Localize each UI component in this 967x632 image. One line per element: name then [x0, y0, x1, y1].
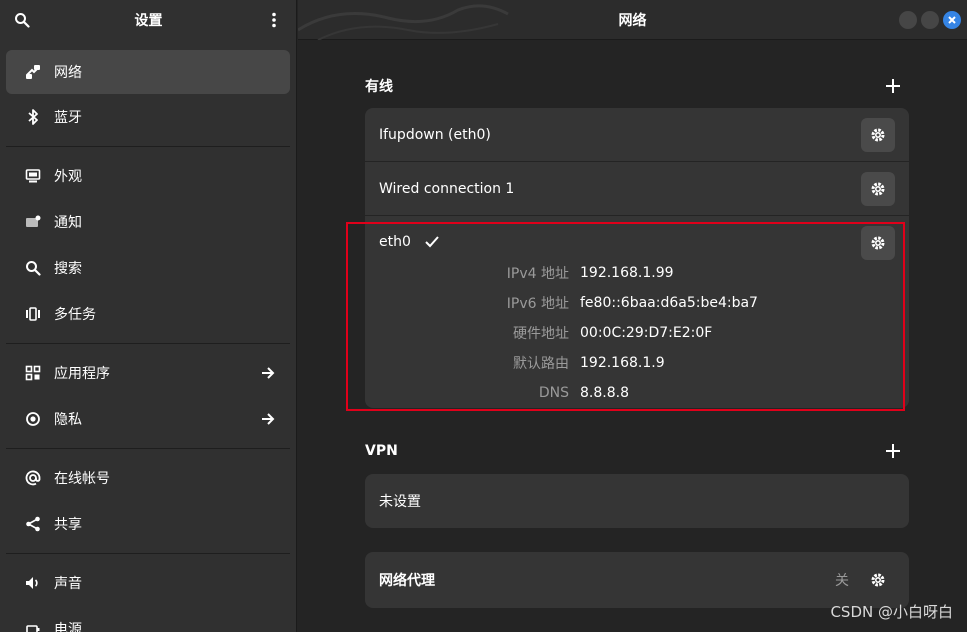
sidebar: 设置 网络 蓝牙 外观 通知 搜索 多任务 应用程序 隐私 在线帐号 共享 声音… — [0, 0, 297, 632]
gear-icon — [871, 128, 885, 142]
main-panel: 网络 有线 Ifupdown (eth0) Wired connection 1… — [298, 0, 967, 632]
detail-label: DNS — [538, 385, 569, 401]
gear-icon — [871, 236, 885, 250]
sidebar-item-label: 多任务 — [54, 307, 96, 323]
detail-route: 默认路由 192.168.1.9 — [365, 348, 909, 378]
detail-value: 8.8.8.8 — [580, 385, 629, 401]
sidebar-item-bluetooth[interactable]: 蓝牙 — [6, 94, 290, 140]
multitasking-icon — [24, 305, 42, 323]
maximize-button[interactable] — [921, 11, 939, 29]
sound-icon — [24, 574, 42, 592]
divider — [6, 343, 290, 344]
detail-label: 默认路由 — [513, 356, 569, 372]
gear-icon — [871, 182, 885, 196]
connection-name: Ifupdown (eth0) — [379, 126, 491, 143]
connection-row-eth0[interactable]: eth0 IPv4 地址 192.168.1.99 IPv6 地址 fe80::… — [365, 216, 909, 408]
sidebar-item-search[interactable]: 搜索 — [6, 245, 290, 291]
sidebar-item-label: 声音 — [54, 576, 82, 592]
connection-row-wired1[interactable]: Wired connection 1 — [365, 162, 909, 216]
divider — [6, 146, 290, 147]
appearance-icon — [24, 167, 42, 185]
sidebar-item-label: 搜索 — [54, 261, 82, 277]
detail-value: 192.168.1.9 — [580, 355, 665, 371]
sidebar-item-power[interactable]: 电源 — [6, 606, 290, 632]
detail-label: IPv4 地址 — [506, 266, 569, 282]
power-icon — [24, 620, 42, 632]
search-icon — [24, 259, 42, 277]
vpn-empty-row: 未设置 — [365, 474, 909, 528]
sidebar-item-network[interactable]: 网络 — [6, 50, 290, 94]
sidebar-item-label: 共享 — [54, 517, 82, 533]
divider — [6, 553, 290, 554]
sidebar-item-label: 蓝牙 — [54, 110, 82, 126]
proxy-card: 网络代理 关 — [365, 552, 909, 608]
proxy-row[interactable]: 网络代理 关 — [365, 552, 909, 608]
online-accounts-icon — [24, 469, 42, 487]
settings-button[interactable] — [861, 118, 895, 152]
privacy-icon — [24, 410, 42, 428]
sidebar-item-label: 应用程序 — [54, 366, 110, 382]
sidebar-item-label: 网络 — [54, 65, 82, 81]
sidebar-item-sound[interactable]: 声音 — [6, 560, 290, 606]
vpn-card: 未设置 — [365, 474, 909, 528]
search-icon[interactable] — [12, 10, 32, 30]
arrow-right-icon — [260, 411, 276, 427]
detail-ipv6: IPv6 地址 fe80::6baa:d6a5:be4:ba7 — [365, 288, 909, 318]
settings-button[interactable] — [861, 226, 895, 260]
detail-hardware: 硬件地址 00:0C:29:D7:E2:0F — [365, 318, 909, 348]
detail-ipv4: IPv4 地址 192.168.1.99 — [365, 258, 909, 288]
close-icon — [948, 16, 956, 24]
page-title: 网络 — [618, 13, 647, 29]
detail-label: 硬件地址 — [513, 326, 569, 342]
detail-value: fe80::6baa:d6a5:be4:ba7 — [580, 295, 758, 311]
proxy-settings-button[interactable] — [861, 563, 895, 597]
wired-section-title: 有线 — [365, 79, 393, 95]
divider — [6, 448, 290, 449]
sidebar-item-label: 在线帐号 — [54, 471, 110, 487]
checkmark-icon — [425, 236, 439, 248]
sidebar-header — [0, 0, 296, 40]
vpn-empty-label: 未设置 — [379, 494, 421, 510]
detail-value: 192.168.1.99 — [580, 265, 674, 281]
settings-button[interactable] — [861, 172, 895, 206]
share-icon — [24, 515, 42, 533]
sidebar-item-notifications[interactable]: 通知 — [6, 199, 290, 245]
sidebar-item-label: 电源 — [54, 622, 82, 632]
connection-name: eth0 — [379, 234, 411, 250]
add-vpn-button[interactable] — [884, 442, 902, 460]
proxy-label: 网络代理 — [379, 573, 435, 589]
close-button[interactable] — [943, 11, 961, 29]
notification-icon — [24, 213, 42, 231]
sidebar-item-appearance[interactable]: 外观 — [6, 153, 290, 199]
apps-icon — [24, 364, 42, 382]
gear-icon — [871, 573, 885, 587]
menu-icon[interactable] — [264, 10, 284, 30]
detail-label: IPv6 地址 — [506, 296, 569, 312]
wired-connections-card: Ifupdown (eth0) Wired connection 1 eth0 … — [365, 108, 909, 408]
sidebar-item-label: 外观 — [54, 169, 82, 185]
connection-row-ifupdown[interactable]: Ifupdown (eth0) — [365, 108, 909, 162]
add-wired-button[interactable] — [884, 77, 902, 95]
vpn-section-title: VPN — [365, 443, 398, 459]
arrow-right-icon — [260, 365, 276, 381]
sidebar-item-multitasking[interactable]: 多任务 — [6, 291, 290, 337]
connection-name: Wired connection 1 — [379, 180, 515, 197]
header-bar: 网络 — [298, 0, 967, 40]
detail-value: 00:0C:29:D7:E2:0F — [580, 325, 713, 341]
proxy-status: 关 — [835, 573, 849, 589]
sidebar-item-label: 通知 — [54, 215, 82, 231]
sidebar-item-online-accounts[interactable]: 在线帐号 — [6, 455, 290, 501]
sidebar-item-privacy[interactable]: 隐私 — [6, 396, 290, 442]
detail-dns: DNS 8.8.8.8 — [365, 378, 909, 408]
sidebar-item-apps[interactable]: 应用程序 — [6, 350, 290, 396]
minimize-button[interactable] — [899, 11, 917, 29]
bluetooth-icon — [24, 108, 42, 126]
sidebar-item-label: 隐私 — [54, 412, 82, 428]
network-icon — [24, 63, 42, 81]
sidebar-item-sharing[interactable]: 共享 — [6, 501, 290, 547]
watermark: CSDN @小白呀白 — [830, 603, 953, 621]
